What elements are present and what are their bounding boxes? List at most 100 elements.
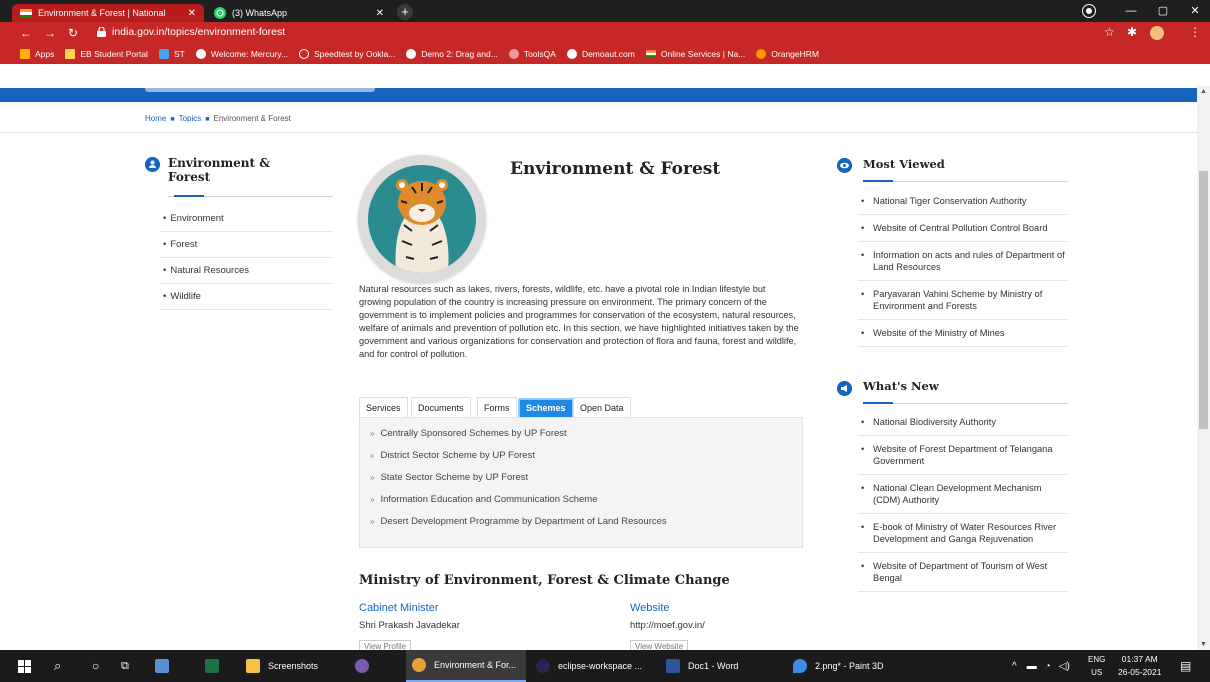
website-url[interactable]: http://moef.gov.in/ xyxy=(630,620,705,631)
scheme-link[interactable]: District Sector Scheme by UP Forest xyxy=(380,450,535,461)
taskbar-app-paint3d[interactable]: 2.png* - Paint 3D xyxy=(793,650,884,682)
close-tab-icon[interactable]: ✕ xyxy=(188,8,196,19)
sidebar-item-wildlife[interactable]: Wildlife xyxy=(160,284,333,310)
header-menu-tab xyxy=(145,88,375,92)
people-icon xyxy=(145,157,160,172)
browser-tab-india-gov[interactable]: Environment & Forest | National ✕ xyxy=(12,4,204,22)
bookmark-mercury[interactable]: Welcome: Mercury... xyxy=(195,49,288,59)
scheme-link[interactable]: State Sector Scheme by UP Forest xyxy=(380,472,528,483)
eye-icon xyxy=(837,158,852,173)
vertical-scrollbar[interactable]: ▲ ▼ xyxy=(1197,86,1210,650)
close-window-icon[interactable]: ✕ xyxy=(1180,0,1210,22)
list-item[interactable]: Website of Central Pollution Control Boa… xyxy=(858,215,1068,242)
lock-icon[interactable] xyxy=(97,27,106,37)
list-item[interactable]: » State Sector Scheme by UP Forest xyxy=(370,467,667,489)
star-bookmark-icon[interactable]: ☆ xyxy=(1104,25,1115,39)
list-item[interactable]: Website of Forest Department of Telangan… xyxy=(858,436,1068,475)
list-item[interactable]: National Tiger Conservation Authority xyxy=(858,188,1068,215)
scheme-link[interactable]: Centrally Sponsored Schemes by UP Forest xyxy=(380,428,566,439)
excel-icon[interactable] xyxy=(205,650,227,682)
bookmark-online-services[interactable]: Online Services | Na... xyxy=(645,49,746,59)
eclipse-purple-icon[interactable] xyxy=(355,650,377,682)
whatsapp-icon xyxy=(214,7,226,19)
scheme-link[interactable]: Information Education and Communication … xyxy=(380,494,597,505)
forward-arrow-icon[interactable]: → xyxy=(44,26,56,40)
tab-schemes[interactable]: Schemes xyxy=(518,398,574,419)
chevron-up-icon[interactable]: ^ xyxy=(1012,661,1017,672)
cabinet-minister-label: Cabinet Minister xyxy=(359,602,439,614)
sidebar-item-natural-resources[interactable]: Natural Resources xyxy=(160,258,333,284)
task-view-icon[interactable]: ⧉ xyxy=(121,650,129,682)
url-field[interactable]: india.gov.in/topics/environment-forest xyxy=(112,26,285,38)
taskbar-app-screenshots[interactable]: Screenshots xyxy=(246,650,318,682)
bookmark-orangehrm[interactable]: OrangeHRM xyxy=(756,49,819,59)
list-item[interactable]: E-book of Ministry of Water Resources Ri… xyxy=(858,514,1068,553)
tab-forms[interactable]: Forms xyxy=(477,397,517,418)
list-item[interactable]: National Biodiversity Authority xyxy=(858,409,1068,436)
minimize-window-icon[interactable]: — xyxy=(1116,0,1146,22)
network-app-icon[interactable] xyxy=(155,650,177,682)
list-item[interactable]: » Desert Development Programme by Departm… xyxy=(370,511,667,533)
avatar[interactable] xyxy=(1150,26,1164,40)
web-page: Home ■ Topics ■ Environment & Forest Environ… xyxy=(0,64,1197,650)
new-tab-button[interactable]: + xyxy=(397,4,413,20)
list-item[interactable]: » Centrally Sponsored Schemes by UP Fores… xyxy=(370,423,667,445)
bookmark-st[interactable]: ST xyxy=(158,49,185,59)
reload-icon[interactable]: ↻ xyxy=(68,26,78,40)
wifi-icon[interactable]: ◔ xyxy=(1045,661,1051,672)
breadcrumb-separator: ■ xyxy=(205,116,210,123)
taskbar-app-label: Screenshots xyxy=(268,661,319,671)
cortana-icon[interactable]: ○ xyxy=(92,650,99,682)
view-profile-button[interactable]: View Profile xyxy=(359,640,412,650)
list-item[interactable]: Website of Department of Tourism of West… xyxy=(858,553,1068,592)
back-arrow-icon[interactable]: ← xyxy=(20,26,32,40)
list-item[interactable]: Information on acts and rules of Departm… xyxy=(858,242,1068,281)
extensions-icon[interactable]: ✱ xyxy=(1127,25,1137,39)
browser-tab-strip: Environment & Forest | National ✕ (3) Wh… xyxy=(0,0,1210,22)
maximize-window-icon[interactable]: ▢ xyxy=(1148,0,1178,22)
sidebar-item-forest[interactable]: Forest xyxy=(160,232,333,258)
scrollbar-thumb[interactable] xyxy=(1199,171,1208,429)
taskbar-app-chrome[interactable]: Environment & For... xyxy=(406,650,526,682)
bookmark-speedtest[interactable]: Speedtest by Ookla... xyxy=(298,49,395,59)
list-item[interactable]: » District Sector Scheme by UP Forest xyxy=(370,445,667,467)
breadcrumb-home[interactable]: Home xyxy=(145,114,166,123)
battery-icon[interactable]: ▬ xyxy=(1027,661,1037,672)
bookmark-eb-student-portal[interactable]: EB Student Portal xyxy=(65,49,148,59)
list-item[interactable]: » Information Education and Communication… xyxy=(370,489,667,511)
bookmark-apps[interactable]: Apps xyxy=(20,49,54,59)
bookmark-drag-demo[interactable]: Demo 2: Drag and... xyxy=(406,49,498,59)
list-item[interactable]: National Clean Development Mechanism (CD… xyxy=(858,475,1068,514)
scroll-up-arrow-icon[interactable]: ▲ xyxy=(1200,88,1207,95)
close-tab-icon[interactable]: ✕ xyxy=(376,8,384,19)
bookmark-label: Online Services | Na... xyxy=(660,49,746,59)
list-item[interactable]: Website of the Ministry of Mines xyxy=(858,320,1068,347)
notifications-icon[interactable]: ▤ xyxy=(1180,650,1191,682)
taskbar-app-word[interactable]: Doc1 - Word xyxy=(666,650,738,682)
language-indicator[interactable]: ENG US xyxy=(1088,653,1105,679)
search-icon[interactable]: ⌕ xyxy=(54,650,61,682)
taskbar-app-eclipse[interactable]: eclipse-workspace ... xyxy=(536,650,642,682)
browser-profile-icon[interactable] xyxy=(1083,5,1095,17)
windows-start-icon[interactable] xyxy=(18,650,31,682)
bookmark-label: ST xyxy=(173,49,185,59)
volume-icon[interactable]: ◁) xyxy=(1059,661,1070,672)
sidebar-item-environment[interactable]: Environment xyxy=(160,206,333,232)
bookmark-toolsqa[interactable]: ToolsQA xyxy=(508,49,556,59)
tab-services[interactable]: Services xyxy=(359,397,408,418)
scroll-down-arrow-icon[interactable]: ▼ xyxy=(1200,641,1207,648)
breadcrumb: Home ■ Topics ■ Environment & Forest xyxy=(145,114,291,123)
word-icon xyxy=(666,659,680,673)
orangehrm-icon xyxy=(756,49,767,59)
view-website-button[interactable]: View Website xyxy=(630,640,689,650)
menu-kebab-icon[interactable]: ⋮ xyxy=(1189,25,1201,39)
clock[interactable]: 01:37 AM 26-05-2021 xyxy=(1118,653,1161,679)
scheme-link[interactable]: Desert Development Programme by Departme… xyxy=(380,516,666,527)
list-item[interactable]: Paryavaran Vahini Scheme by Ministry of … xyxy=(858,281,1068,320)
tab-open-data[interactable]: Open Data xyxy=(573,397,631,418)
bookmark-demoaut[interactable]: Demoaut.com xyxy=(566,49,635,59)
browser-tab-whatsapp[interactable]: (3) WhatsApp ✕ xyxy=(206,4,392,22)
breadcrumb-topics[interactable]: Topics xyxy=(179,114,202,123)
tab-documents[interactable]: Documents xyxy=(411,397,471,418)
paint3d-icon xyxy=(793,659,807,673)
